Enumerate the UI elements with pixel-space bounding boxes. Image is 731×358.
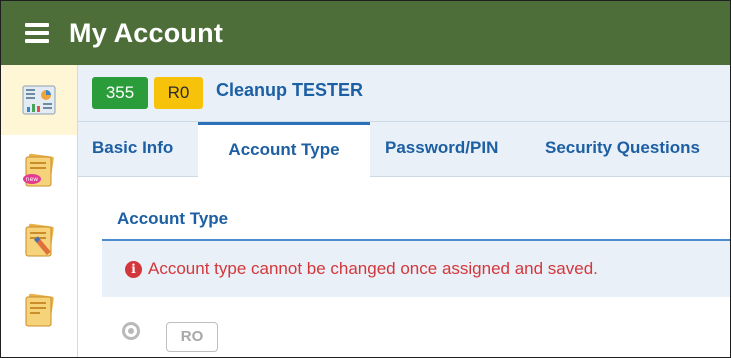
account-header: 355 R0 Cleanup TESTER [78,65,730,122]
tab-basic-info[interactable]: Basic Info [92,122,173,176]
edit-document-icon [25,223,54,257]
account-type-option-label: RO [166,322,218,352]
user-name: Cleanup TESTER [216,80,364,100]
page-title: My Account [69,17,224,48]
new-document-icon: new [23,153,54,187]
info-icon: i [125,260,142,278]
sidebar-item-new[interactable]: new [1,135,77,205]
sidebar-item-dashboard[interactable] [1,65,77,135]
tab-password-pin[interactable]: Password/PIN [385,122,498,176]
document-icon [25,293,54,327]
error-notice: i Account type cannot be changed once as… [125,259,598,279]
app-frame: My Account new 355 R0 Cleanup TESTER Bas… [0,0,731,358]
role-badge: R0 [154,77,203,109]
notice-text: Account type cannot be changed once assi… [148,259,598,278]
sidebar: new [1,65,78,357]
menu-icon[interactable] [25,23,49,43]
top-bar: My Account [1,1,730,65]
tab-bar: Basic Info Account Type Password/PIN Sec… [78,122,730,177]
account-type-radio[interactable] [122,322,140,340]
tab-security-questions[interactable]: Security Questions [545,122,700,176]
sidebar-item-document[interactable] [1,275,77,345]
section-title: Account Type [117,209,229,228]
svg-text:new: new [26,176,38,183]
dashboard-icon [22,85,56,115]
sidebar-item-edit[interactable] [1,205,77,275]
tab-account-type[interactable]: Account Type [198,122,370,177]
count-badge: 355 [92,77,148,109]
